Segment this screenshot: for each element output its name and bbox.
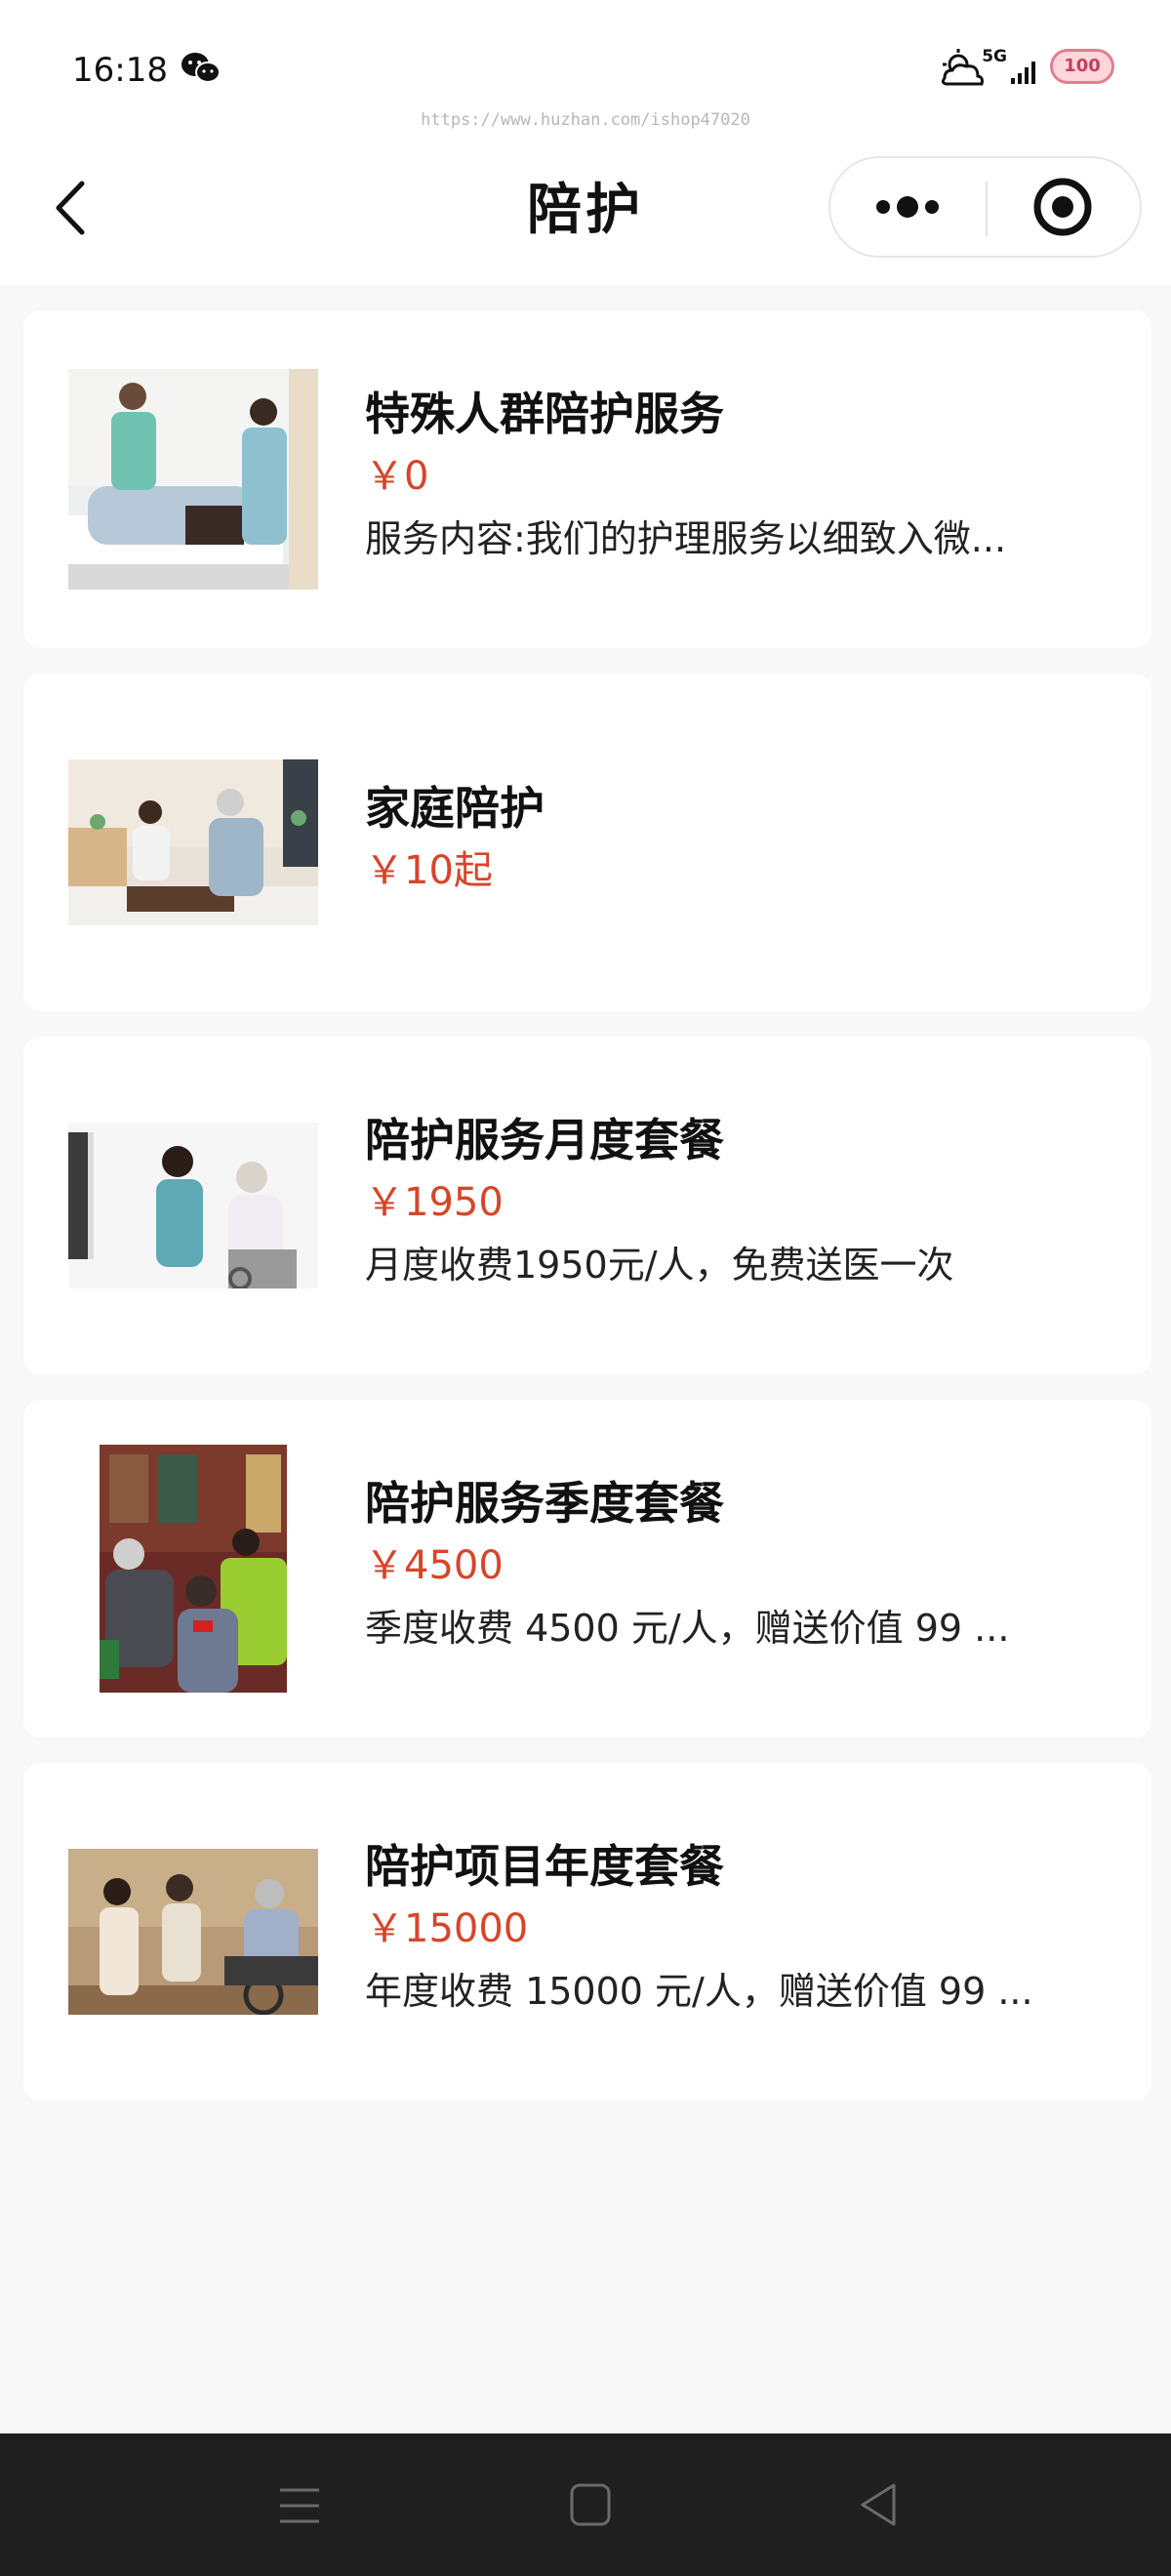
close-button[interactable] — [988, 158, 1142, 256]
service-price: ￥4500 — [365, 1543, 504, 1588]
service-price: ￥15000 — [365, 1906, 529, 1951]
status-bar: 16:18 https://www.huzhan.com/ishop47020 … — [0, 0, 1171, 137]
service-price: ￥1950 — [365, 1180, 504, 1225]
status-time: 16:18 — [72, 51, 168, 90]
service-desc: 年度收费 15000 元/人，赠送价值 99 ... — [365, 1970, 1033, 2013]
service-title: 陪护服务季度套餐 — [365, 1477, 724, 1530]
service-title: 陪护项目年度套餐 — [365, 1840, 724, 1893]
triangle-back-icon — [861, 2483, 896, 2526]
status-url: https://www.huzhan.com/ishop47020 — [421, 110, 750, 130]
system-nav-bar — [0, 2433, 1171, 2576]
service-thumbnail — [100, 1445, 287, 1693]
mini-program-capsule — [828, 156, 1142, 258]
service-thumbnail — [68, 1123, 318, 1288]
service-card[interactable]: 特殊人群陪护服务 ￥0 服务内容:我们的护理服务以细致入微... — [23, 310, 1151, 648]
service-title: 陪护服务月度套餐 — [365, 1114, 724, 1166]
target-circle-icon — [1033, 178, 1092, 236]
recent-apps-button[interactable] — [276, 2484, 323, 2531]
more-dots-icon — [876, 196, 939, 218]
battery-indicator: 100 — [1050, 49, 1114, 84]
service-card[interactable]: 陪护服务季度套餐 ￥4500 季度收费 4500 元/人，赠送价值 99 ... — [23, 1400, 1151, 1738]
service-info: 陪护服务季度套餐 ￥4500 季度收费 4500 元/人，赠送价值 99 ... — [365, 1472, 1112, 1659]
more-button[interactable] — [830, 158, 987, 256]
service-info: 特殊人群陪护服务 ￥0 服务内容:我们的护理服务以细致入微... — [365, 383, 1112, 570]
service-thumbnail — [68, 369, 318, 590]
service-card[interactable]: 家庭陪护 ￥10起 — [23, 674, 1151, 1011]
service-desc: 服务内容:我们的护理服务以细致入微... — [365, 517, 1007, 560]
service-info: 陪护服务月度套餐 ￥1950 月度收费1950元/人，免费送医一次 — [365, 1109, 1112, 1296]
service-title: 特殊人群陪护服务 — [365, 388, 724, 440]
weather-icon — [937, 47, 988, 94]
service-card[interactable]: 陪护项目年度套餐 ￥15000 年度收费 15000 元/人，赠送价值 99 .… — [23, 1763, 1151, 2101]
system-back-button[interactable] — [857, 2480, 900, 2533]
screen: 16:18 https://www.huzhan.com/ishop47020 … — [0, 0, 1171, 2576]
service-price: ￥10起 — [365, 848, 493, 893]
home-button[interactable] — [569, 2482, 612, 2531]
service-thumbnail — [68, 759, 318, 925]
square-icon — [570, 2483, 611, 2526]
service-desc: 月度收费1950元/人，免费送医一次 — [365, 1244, 954, 1287]
service-title: 家庭陪护 — [365, 782, 545, 835]
service-desc: 季度收费 4500 元/人，赠送价值 99 ... — [365, 1607, 1010, 1650]
service-card[interactable]: 陪护服务月度套餐 ￥1950 月度收费1950元/人，免费送医一次 — [23, 1037, 1151, 1374]
wechat-icon — [181, 51, 222, 90]
service-list: 特殊人群陪护服务 ￥0 服务内容:我们的护理服务以细致入微... 家庭陪护 ￥1… — [23, 310, 1151, 2126]
service-info: 家庭陪护 ￥10起 — [365, 777, 1112, 902]
service-price: ￥0 — [365, 454, 429, 499]
service-thumbnail — [68, 1849, 318, 2015]
service-info: 陪护项目年度套餐 ￥15000 年度收费 15000 元/人，赠送价值 99 .… — [365, 1835, 1112, 2023]
nav-bar: 陪护 — [0, 137, 1171, 285]
menu-icon — [280, 2488, 319, 2523]
signal-icon — [1009, 59, 1044, 90]
network-label: 5G — [982, 47, 1007, 66]
